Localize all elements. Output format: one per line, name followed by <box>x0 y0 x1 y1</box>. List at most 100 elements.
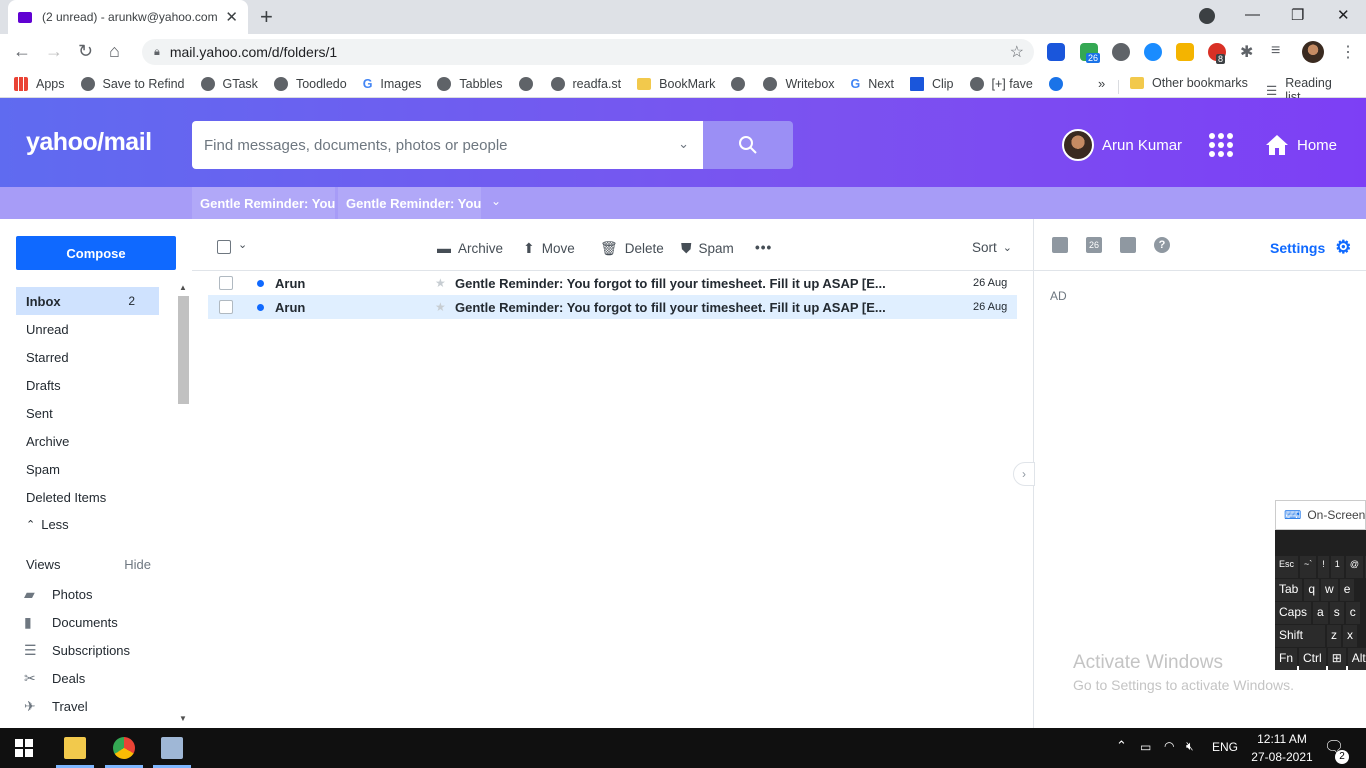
home-browser-icon[interactable]: ⌂ <box>109 41 120 62</box>
osk-key[interactable]: z <box>1327 625 1341 647</box>
calendar-icon[interactable]: 26 <box>1086 237 1102 253</box>
close-tab-icon[interactable]: ✕ <box>225 8 238 26</box>
browser-tab[interactable]: (2 unread) - arunkw@yahoo.com ✕ <box>8 0 248 34</box>
folder-sent[interactable]: Sent <box>16 399 159 427</box>
bookmark-item[interactable]: Clip <box>909 76 954 91</box>
osk-key[interactable]: Caps <box>1275 602 1312 624</box>
sidebar-scroll-thumb[interactable] <box>178 296 189 404</box>
folder-spam[interactable]: Spam <box>16 455 159 483</box>
select-all-checkbox[interactable] <box>217 240 231 254</box>
contacts-icon[interactable] <box>1052 237 1068 253</box>
bookmark-item[interactable]: GTask <box>200 76 258 91</box>
browser-menu-icon[interactable]: ⋮ <box>1340 42 1356 62</box>
bookmark-item[interactable]: Toodledo <box>273 76 347 91</box>
notepad-icon[interactable] <box>1120 237 1136 253</box>
bookmark-item[interactable]: [+] fave <box>969 76 1033 91</box>
settings-button[interactable]: Settings ⚙ <box>1270 237 1351 258</box>
collapse-rail-chevron-icon[interactable]: › <box>1013 462 1035 486</box>
bookmark-item[interactable]: G Next <box>851 77 894 91</box>
tray-chevron-up-icon[interactable]: ⌃ <box>1116 738 1127 754</box>
bookmark-item[interactable] <box>1048 76 1071 91</box>
profile-avatar[interactable] <box>1302 41 1324 63</box>
spam-button[interactable]: ⛊ Spam <box>681 240 734 257</box>
message-checkbox[interactable] <box>219 300 233 314</box>
more-actions-icon[interactable]: ••• <box>755 240 772 255</box>
message-tab[interactable]: Gentle Reminder: You <box>192 187 335 219</box>
pocket-icon[interactable] <box>1112 43 1130 61</box>
yahoo-mail-logo[interactable]: yahoo/mail <box>26 128 152 157</box>
user-profile[interactable]: Arun Kumar <box>1062 129 1182 161</box>
folder-inbox[interactable]: Inbox 2 <box>16 287 159 315</box>
restore-icon[interactable]: ❐ <box>1291 6 1304 24</box>
osk-key[interactable]: ~` <box>1300 556 1317 578</box>
delete-button[interactable]: 🗑︎ Delete <box>600 240 664 257</box>
compose-button[interactable]: Compose <box>16 236 176 270</box>
bookmark-item[interactable] <box>518 76 541 91</box>
osk-key[interactable]: e <box>1339 579 1355 601</box>
osk-key[interactable]: w <box>1321 579 1338 601</box>
archive-button[interactable]: ▬ Archive <box>437 240 503 256</box>
osk-key[interactable]: Ctrl <box>1299 648 1326 670</box>
apps-grid-icon[interactable] <box>1209 133 1233 157</box>
on-screen-keyboard[interactable]: ⌨On-Screen K Esc ~` ! 1 @ 2 Tab q w e Ca… <box>1275 500 1366 670</box>
bookmark-item[interactable]: BookMark <box>637 77 715 91</box>
scroll-up-icon[interactable]: ▲ <box>179 283 187 292</box>
unread-dot-icon[interactable] <box>257 303 264 311</box>
windows-start-icon[interactable] <box>15 739 33 757</box>
file-explorer-icon[interactable] <box>64 737 86 759</box>
osk-key[interactable]: Tab <box>1275 579 1303 601</box>
search-button[interactable] <box>703 121 793 169</box>
osk-key[interactable]: s <box>1329 602 1344 624</box>
bookmark-item[interactable]: readfa.st <box>550 76 621 91</box>
view-deals[interactable]: ✂ Deals <box>24 664 85 692</box>
bookmark-star-icon[interactable]: ☆ <box>1010 42 1024 62</box>
bookmark-item[interactable]: Save to Refind <box>80 76 185 91</box>
minimize-icon[interactable]: — <box>1245 6 1260 23</box>
other-bookmarks[interactable]: Other bookmarks <box>1130 76 1248 90</box>
bookmark-item[interactable]: G Images <box>363 77 422 91</box>
more-bookmarks-icon[interactable]: » <box>1098 76 1105 91</box>
chrome-icon[interactable] <box>113 737 135 759</box>
less-toggle[interactable]: ⌃ Less <box>26 517 69 532</box>
star-icon[interactable]: ★ <box>435 300 455 314</box>
bookmark-item[interactable] <box>731 76 753 91</box>
bookmark-item[interactable]: Apps <box>14 76 65 91</box>
move-button[interactable]: ⬆ Move <box>523 240 575 257</box>
scroll-down-icon[interactable]: ▼ <box>179 714 187 723</box>
battery-icon[interactable]: ▭ <box>1140 740 1151 754</box>
message-checkbox[interactable] <box>219 276 233 290</box>
view-photos[interactable]: ▰ Photos <box>24 580 92 608</box>
clock[interactable]: 12:11 AM 27-08-2021 <box>1250 732 1314 764</box>
view-travel[interactable]: ✈ Travel <box>24 692 88 720</box>
osk-key[interactable]: c <box>1345 602 1360 624</box>
extensions-puzzle-icon[interactable]: ✱ <box>1240 42 1253 62</box>
folder-deleted[interactable]: Deleted Items <box>16 483 159 511</box>
chevron-down-icon[interactable]: ⌄ <box>678 136 689 152</box>
osk-key[interactable]: Esc <box>1275 556 1299 578</box>
osk-titlebar[interactable]: ⌨ On-Screen K <box>1275 500 1366 530</box>
on-screen-keyboard-taskbar-icon[interactable] <box>161 737 183 759</box>
extension-icon-5[interactable] <box>1176 43 1194 61</box>
reading-mode-icon[interactable]: ≡ <box>1271 42 1280 60</box>
tab-search-icon[interactable] <box>1199 8 1215 24</box>
unread-dot-icon[interactable] <box>257 279 264 287</box>
osk-key[interactable]: ! <box>1318 556 1329 578</box>
volume-muted-icon[interactable]: 🔇︎ <box>1186 739 1194 754</box>
message-tab[interactable]: Gentle Reminder: You <box>338 187 481 219</box>
star-icon[interactable]: ★ <box>435 276 455 290</box>
back-icon[interactable]: ← <box>13 41 31 62</box>
bookmark-item[interactable]: Writebox <box>763 76 835 91</box>
view-documents[interactable]: ▮ Documents <box>24 608 118 636</box>
language-indicator[interactable]: ENG <box>1212 740 1238 754</box>
reload-icon[interactable]: ↻ <box>78 41 93 62</box>
folder-unread[interactable]: Unread <box>16 315 159 343</box>
select-chevron-down-icon[interactable]: ⌄ <box>238 238 247 251</box>
new-tab-icon[interactable]: + <box>260 4 273 30</box>
folder-starred[interactable]: Starred <box>16 343 159 371</box>
extension-icon-1[interactable] <box>1047 43 1065 61</box>
view-subscriptions[interactable]: ☰ Subscriptions <box>24 636 130 664</box>
close-window-icon[interactable]: ✕ <box>1337 6 1350 24</box>
wifi-icon[interactable]: ◠ <box>1164 739 1174 753</box>
message-row[interactable]: Arun ★ Gentle Reminder: You forgot to fi… <box>208 295 1017 319</box>
osk-key[interactable]: Fn <box>1275 648 1298 670</box>
